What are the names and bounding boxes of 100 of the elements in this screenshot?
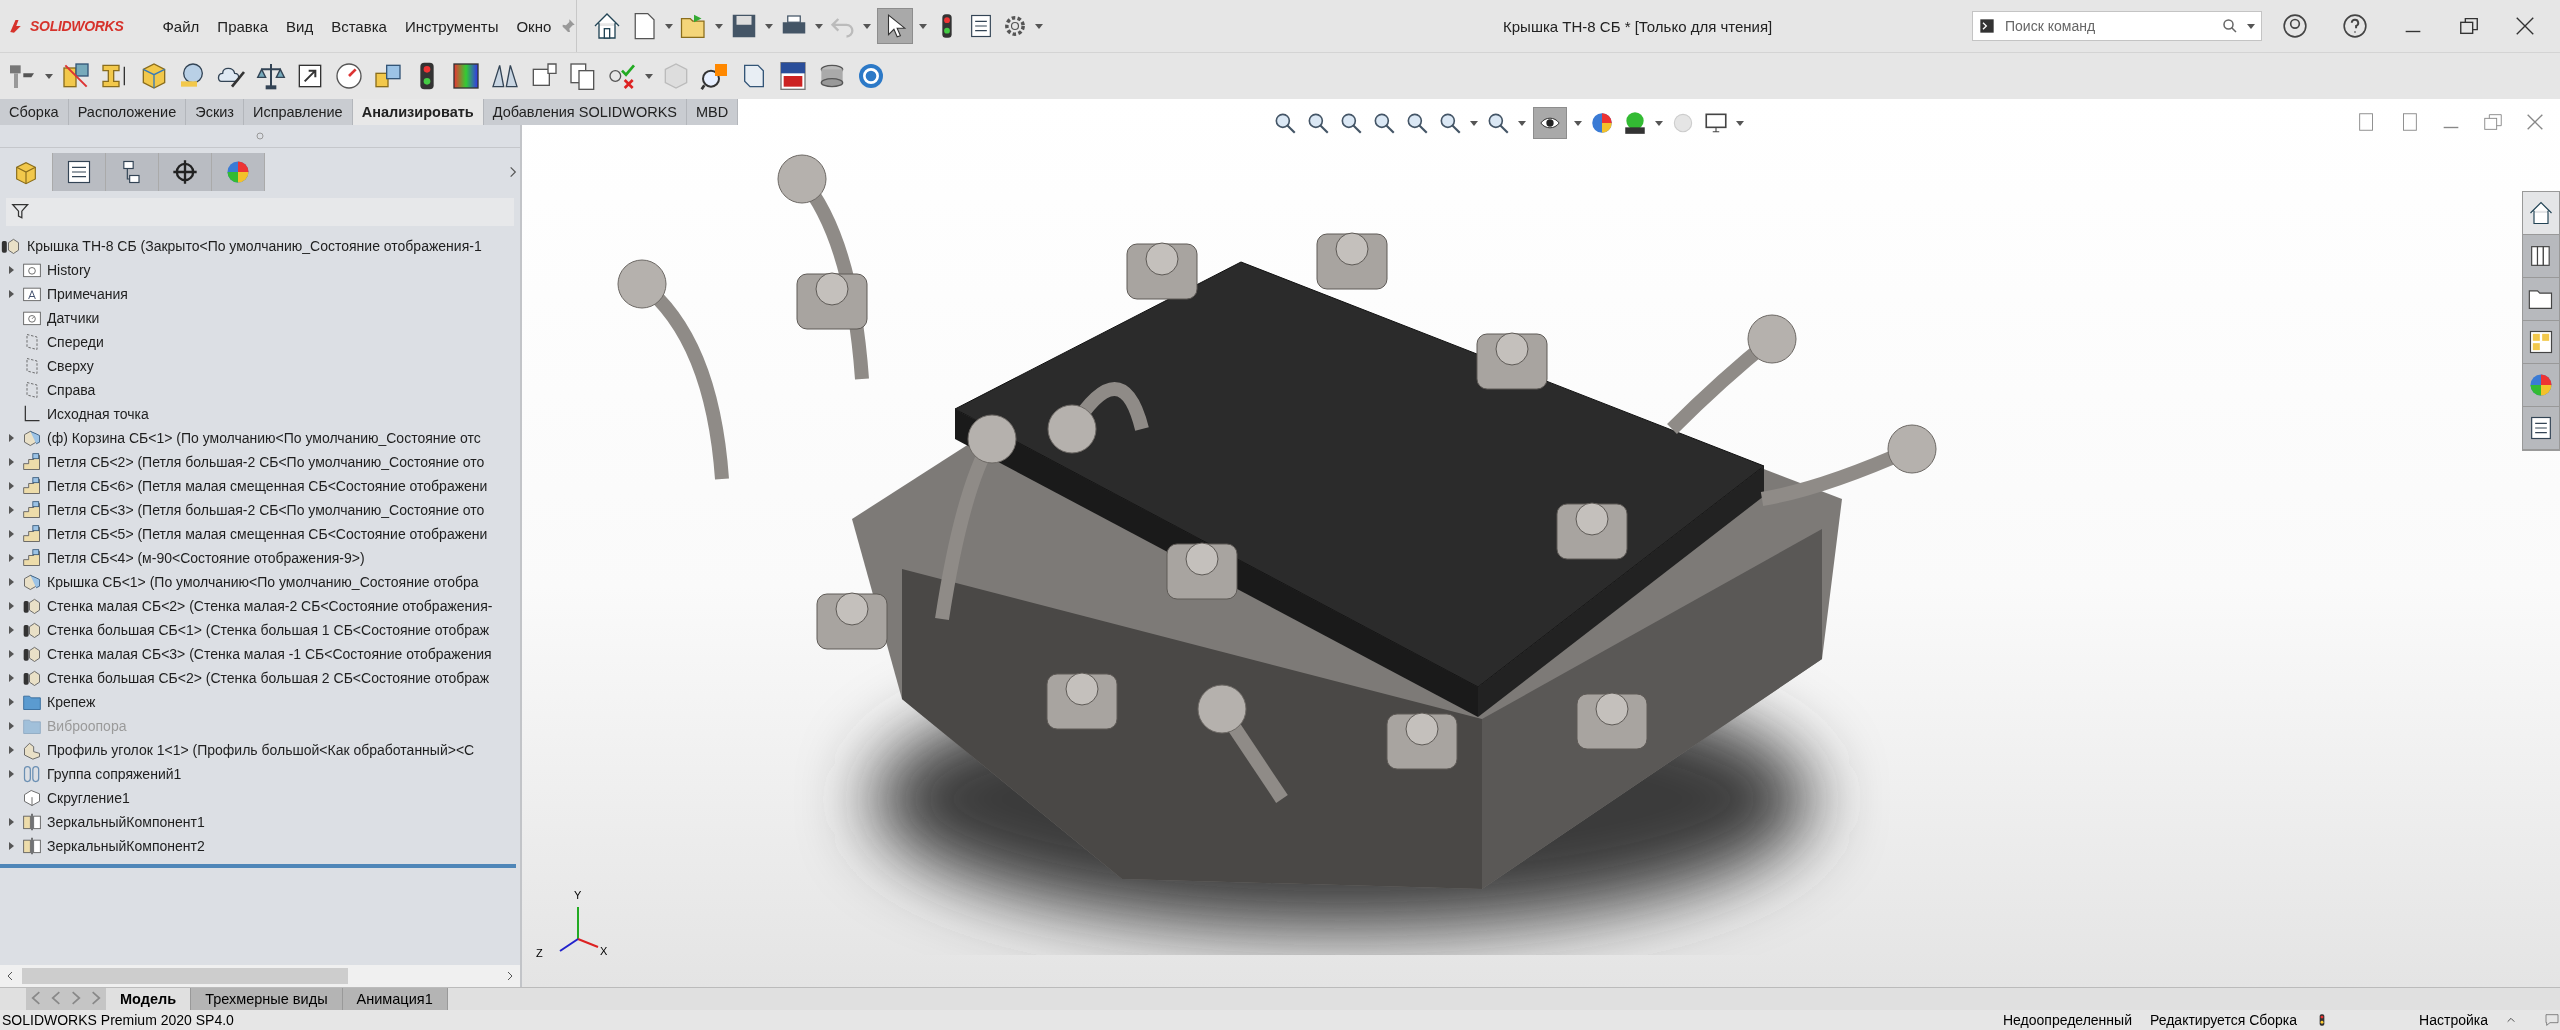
drive-logo-icon[interactable] — [777, 60, 809, 92]
menu-item[interactable]: Вид — [277, 17, 323, 35]
caret-icon[interactable] — [1518, 119, 1526, 127]
gauge-icon[interactable] — [333, 60, 365, 92]
caret-icon[interactable] — [645, 72, 653, 80]
caret-up-icon[interactable] — [2506, 1015, 2516, 1025]
expand-arrow-icon[interactable] — [6, 625, 16, 635]
color-ball-icon[interactable] — [1589, 110, 1615, 136]
axis-label: Z — [536, 947, 543, 959]
tree-item[interactable]: Петля СБ<6> (Петля малая смещенная СБ<Состояние отображени — [47, 478, 488, 494]
tree-item[interactable]: Справа — [47, 382, 96, 398]
expand-arrow-icon[interactable] — [6, 553, 16, 563]
command-tab[interactable]: Анализировать — [352, 99, 484, 125]
tree-item[interactable]: Стенка малая СБ<2> (Стенка малая-2 СБ<Состояние отображения- — [47, 598, 493, 614]
expand-arrow-icon[interactable] — [6, 265, 16, 275]
expand-arrow-icon[interactable] — [6, 577, 16, 587]
rounded-cube-icon — [22, 788, 42, 808]
horizontal-scrollbar[interactable] — [0, 965, 520, 987]
search-input[interactable]: Поиск команд — [2003, 17, 2213, 35]
caret-icon[interactable] — [815, 22, 824, 30]
tree-item[interactable]: ЗеркальныйКомпонент1 — [47, 814, 205, 830]
caret-icon[interactable] — [45, 72, 53, 80]
expand-arrow-icon[interactable] — [6, 673, 16, 683]
task-pane-tab[interactable] — [2523, 192, 2559, 235]
tree-item[interactable]: Примечания — [47, 286, 128, 302]
panel-tab[interactable] — [106, 153, 159, 191]
palette-grid-icon[interactable] — [2527, 328, 2555, 356]
list-icon[interactable] — [65, 158, 93, 186]
expand-arrow-icon[interactable] — [6, 481, 16, 491]
expand-arrow-icon[interactable] — [6, 841, 16, 851]
tree-item[interactable]: Спереди — [47, 334, 104, 350]
expand-arrow-icon[interactable] — [6, 529, 16, 539]
user-icon[interactable] — [2282, 13, 2308, 39]
tree-item[interactable]: Стенка большая СБ<1> (Стенка большая 1 СБ<Состояние отображ — [47, 622, 490, 638]
tree-item[interactable]: ЗеркальныйКомпонент2 — [47, 838, 205, 854]
restore-icon[interactable] — [2458, 15, 2480, 37]
expand-arrow-icon[interactable] — [6, 649, 16, 659]
tree-item[interactable]: Стенка большая СБ<2> (Стенка большая 2 СБ<Состояние отображ — [47, 670, 490, 686]
tree-item[interactable]: Крышка ТН-8 СБ (Закрыто<По умолчанию_Состояние отображения-1 — [27, 238, 482, 254]
tree-item[interactable]: Группа сопряжений1 — [47, 766, 182, 782]
tree-item[interactable]: (ф) Корзина СБ<1> (По умолчанию<По умолчанию_Состояние отс — [47, 430, 481, 446]
close-icon[interactable] — [2514, 15, 2536, 37]
tree-item[interactable]: Крышка СБ<1> (По умолчанию<По умолчанию_Состояние отобра — [47, 574, 479, 590]
splitter-handle-icon[interactable] — [256, 132, 264, 140]
expand-arrow-icon[interactable] — [6, 505, 16, 515]
menu-item[interactable]: Окно — [507, 17, 561, 35]
window-title: Крышка ТН-8 СБ * [Только для чтения] — [1502, 17, 1774, 35]
bottom-tab[interactable]: Трехмерные виды — [191, 988, 343, 1010]
tree-item[interactable]: Исходная точка — [47, 406, 149, 422]
caret-icon[interactable] — [1574, 119, 1582, 127]
tree-item[interactable]: Сверху — [47, 358, 94, 374]
panel-tab[interactable] — [159, 153, 212, 191]
tree-item[interactable]: Петля СБ<2> (Петля большая-2 СБ<По умолчанию_Состояние ото — [47, 454, 485, 470]
tree-item[interactable]: Профиль уголок 1<1> (Профиль большой<Как обработанный><С — [47, 742, 475, 758]
tree-item[interactable]: History — [47, 262, 91, 278]
tree-item[interactable]: Скругление1 — [47, 790, 130, 806]
expand-arrow-icon[interactable] — [6, 697, 16, 707]
tree-item[interactable]: Петля СБ<5> (Петля малая смещенная СБ<Состояние отображени — [47, 526, 488, 542]
caret-icon[interactable] — [715, 22, 724, 30]
caret-icon[interactable] — [919, 22, 928, 30]
mirror-parts-icon — [22, 812, 42, 832]
expand-arrow-icon[interactable] — [6, 721, 16, 731]
caret-icon[interactable] — [765, 22, 774, 30]
tree-item[interactable]: Стенка малая СБ<3> (Стенка малая -1 СБ<Состояние отображения — [47, 646, 492, 662]
search-box[interactable]: Поиск команд — [1972, 11, 2262, 41]
expand-arrow-icon[interactable] — [6, 769, 16, 779]
panel-tab[interactable] — [53, 153, 106, 191]
filter-field[interactable] — [6, 198, 514, 226]
expand-arrow-icon[interactable] — [6, 817, 16, 827]
help-icon[interactable] — [2342, 13, 2368, 39]
menu-item[interactable]: Файл — [153, 17, 209, 35]
tree-item[interactable]: Петля СБ<3> (Петля большая-2 СБ<По умолчанию_Состояние ото — [47, 502, 485, 518]
menu-item[interactable]: Правка — [208, 17, 277, 35]
expand-arrow-icon[interactable] — [6, 289, 16, 299]
paperclips-icon — [22, 764, 42, 784]
chat-icon[interactable] — [2544, 1012, 2560, 1028]
expand-arrow-icon[interactable] — [6, 433, 16, 443]
tree-item[interactable]: Петля СБ<4> (м-90<Состояние отображения-9>) — [47, 550, 365, 566]
expand-arrow-icon[interactable] — [6, 601, 16, 611]
scene-icon[interactable] — [1622, 110, 1648, 136]
caret-icon[interactable] — [665, 22, 674, 30]
expand-arrow-icon[interactable] — [6, 457, 16, 467]
menu-item[interactable]: Инструменты — [395, 17, 508, 35]
caret-icon[interactable] — [1736, 119, 1744, 127]
menu-item[interactable]: Вставка — [322, 17, 396, 35]
caret-icon[interactable] — [2247, 22, 2255, 30]
logo-text: SOLIDWORKS — [30, 18, 124, 34]
caret-icon[interactable] — [863, 22, 872, 30]
color-gradient-icon[interactable] — [450, 60, 482, 92]
crosshair-icon[interactable] — [171, 158, 199, 186]
caret-icon[interactable] — [1470, 119, 1478, 127]
caret-icon[interactable] — [1655, 119, 1663, 127]
bottom-tab[interactable]: Анимация1 — [342, 988, 448, 1010]
settings-text[interactable]: Настройка — [2419, 1012, 2488, 1028]
expand-arrow-icon[interactable] — [6, 745, 16, 755]
tree-item[interactable]: Крепеж — [47, 694, 96, 710]
home-icon[interactable] — [2527, 199, 2555, 227]
tree-item[interactable]: Датчики — [47, 310, 100, 326]
search-icon[interactable] — [2221, 17, 2239, 35]
caret-icon[interactable] — [1035, 22, 1044, 30]
